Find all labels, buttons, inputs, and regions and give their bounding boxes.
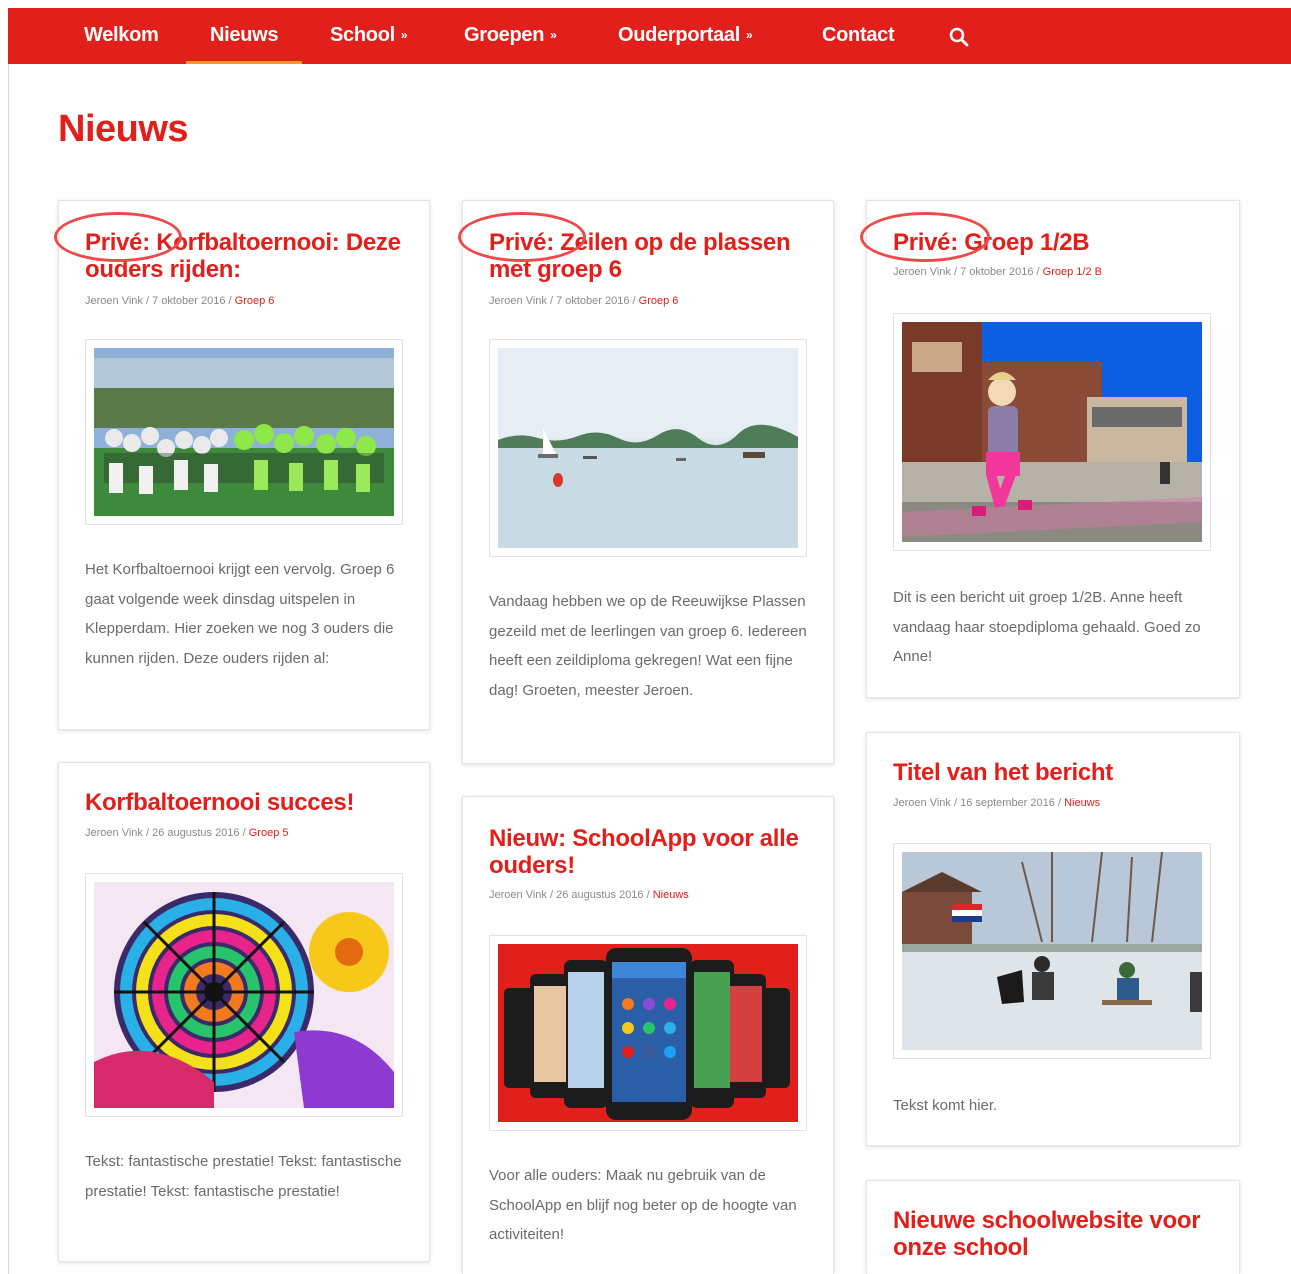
post-title[interactable]: Korfbaltoernooi succes! bbox=[85, 789, 415, 817]
post-image[interactable] bbox=[489, 339, 807, 557]
post-category-link[interactable]: Groep 6 bbox=[235, 295, 275, 307]
post-card: Privé: Groep 1/2B Jeroen Vink / 7 oktobe… bbox=[866, 200, 1240, 698]
post-excerpt: Tekst komt hier. bbox=[893, 1097, 998, 1114]
post-meta: Jeroen Vink / 7 oktober 2016 / Groep 6 bbox=[489, 295, 679, 307]
post-meta: Jeroen Vink / 26 augustus 2016 / Groep 5 bbox=[85, 827, 289, 839]
post-meta: Jeroen Vink / 26 augustus 2016 / Nieuws bbox=[489, 889, 689, 901]
post-meta: Jeroen Vink / 16 september 2016 / Nieuws bbox=[893, 797, 1101, 809]
main-navigation: Welkom Nieuws School» Groepen» Ouderport… bbox=[8, 8, 1291, 64]
chevron-down-icon: » bbox=[400, 28, 408, 42]
nav-item-school[interactable]: School» bbox=[306, 8, 431, 64]
nav-item-welkom[interactable]: Welkom bbox=[60, 8, 183, 64]
search-icon[interactable] bbox=[948, 26, 970, 48]
post-image[interactable] bbox=[85, 873, 403, 1117]
nav-item-nieuws[interactable]: Nieuws bbox=[186, 8, 303, 64]
nav-item-ouderportaal[interactable]: Ouderportaal» bbox=[594, 8, 776, 64]
post-card: Titel van het bericht Jeroen Vink / 16 s… bbox=[866, 732, 1240, 1146]
post-meta: Jeroen Vink / 7 oktober 2016 / Groep 1/2… bbox=[893, 266, 1102, 278]
post-excerpt: Tekst: fantastische prestatie! Tekst: fa… bbox=[85, 1153, 402, 1200]
post-excerpt: Vandaag hebben we op de Reeuwijkse Plass… bbox=[489, 593, 807, 699]
post-card: Korfbaltoernooi succes! Jeroen Vink / 26… bbox=[58, 762, 430, 1262]
post-title[interactable]: Nieuwe schoolwebsite voor onze school bbox=[893, 1207, 1223, 1261]
nav-item-contact[interactable]: Contact bbox=[798, 8, 918, 64]
post-title[interactable]: Titel van het bericht bbox=[893, 759, 1223, 787]
chevron-down-icon: » bbox=[550, 28, 557, 42]
post-title[interactable]: Privé: Korfbaltoernooi: Deze ouders rijd… bbox=[85, 229, 415, 283]
post-category-link[interactable]: Groep 1/2 B bbox=[1043, 266, 1102, 278]
post-excerpt: Het Korfbaltoernooi krijgt een vervolg. … bbox=[85, 561, 395, 667]
post-image[interactable] bbox=[489, 935, 807, 1131]
post-category-link[interactable]: Nieuws bbox=[653, 889, 689, 901]
post-card: Nieuw: SchoolApp voor alle ouders! Jeroe… bbox=[462, 796, 834, 1274]
post-card: Privé: Korfbaltoernooi: Deze ouders rijd… bbox=[58, 200, 430, 730]
post-image[interactable] bbox=[893, 313, 1211, 551]
chevron-down-icon: » bbox=[745, 28, 753, 42]
post-excerpt: Dit is een bericht uit groep 1/2B. Anne … bbox=[893, 589, 1201, 665]
post-excerpt: Voor alle ouders: Maak nu gebruik van de… bbox=[489, 1167, 797, 1243]
post-card: Nieuwe schoolwebsite voor onze school bbox=[866, 1180, 1240, 1274]
post-image[interactable] bbox=[893, 843, 1211, 1059]
post-category-link[interactable]: Groep 5 bbox=[249, 827, 289, 839]
nav-item-groepen[interactable]: Groepen» bbox=[440, 8, 581, 64]
post-category-link[interactable]: Nieuws bbox=[1064, 797, 1100, 809]
post-card: Privé: Zeilen op de plassen met groep 6 … bbox=[462, 200, 834, 764]
post-meta: Jeroen Vink / 7 oktober 2016 / Groep 6 bbox=[85, 295, 275, 307]
page-title: Nieuws bbox=[58, 108, 189, 150]
post-category-link[interactable]: Groep 6 bbox=[639, 295, 679, 307]
post-title[interactable]: Privé: Groep 1/2B bbox=[893, 229, 1223, 257]
post-title[interactable]: Nieuw: SchoolApp voor alle ouders! bbox=[489, 825, 819, 879]
post-title[interactable]: Privé: Zeilen op de plassen met groep 6 bbox=[489, 229, 819, 283]
post-image[interactable] bbox=[85, 339, 403, 525]
